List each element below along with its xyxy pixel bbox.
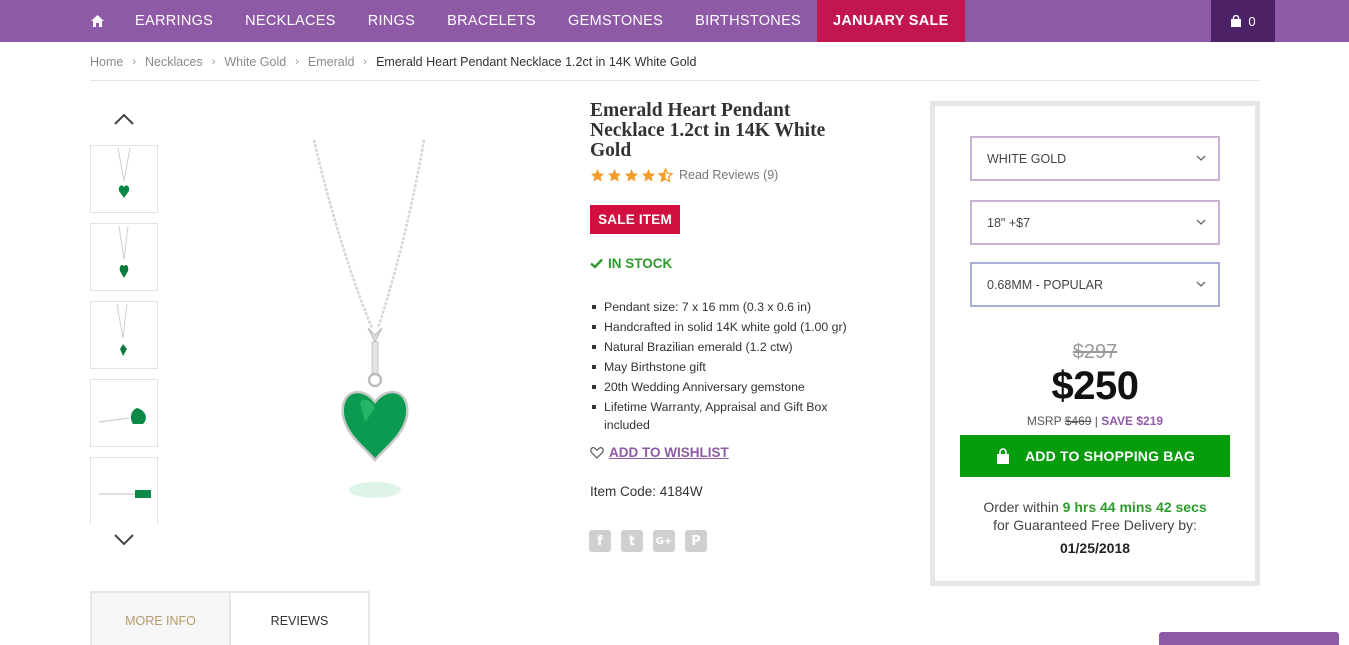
read-reviews-link[interactable]: Read Reviews (9) [679,168,778,182]
add-to-bag-button[interactable]: ADD TO SHOPPING BAG [960,435,1230,477]
stock-label: IN STOCK [608,256,673,271]
sale-badge: SALE ITEM [590,205,680,234]
shopping-bag-icon [1231,15,1242,27]
shopping-bag-icon [996,448,1009,464]
thumbnail-list [90,145,158,524]
metal-select[interactable]: WHITE GOLD [970,136,1220,181]
breadcrumb-separator: › [132,56,137,68]
delivery-info: Order within 9 hrs 44 mins 42 secs for G… [935,498,1255,557]
order-countdown: 9 hrs 44 mins 42 secs [1062,499,1207,515]
nav-item-birthstones[interactable]: BIRTHSTONES [679,0,817,42]
list-item: 20th Wedding Anniversary gemstone [590,378,855,396]
nav-item-rings[interactable]: RINGS [352,0,431,42]
star-icon [624,168,639,181]
list-item: May Birthstone gift [590,358,855,376]
chain-select-value: 0.68MM - POPULAR [987,277,1104,292]
breadcrumb-separator: › [211,56,216,68]
cart-count: 0 [1248,13,1256,29]
nav-item-gemstones[interactable]: GEMSTONES [552,0,679,42]
social-share: f t G+ P [589,530,707,552]
thumbnail-side[interactable] [90,301,158,369]
top-navigation: EARRINGS NECKLACES RINGS BRACELETS GEMST… [0,0,1349,42]
order-within-label: Order within [983,499,1059,515]
star-rating[interactable]: Read Reviews (9) [590,166,778,184]
msrp-line: MSRP $469 | SAVE $219 [935,414,1255,428]
savings: SAVE $219 [1101,414,1164,428]
cart-button[interactable]: 0 [1211,0,1275,42]
breadcrumb-home[interactable]: Home [90,55,123,69]
msrp-value: $469 [1064,414,1092,428]
nav-menu: EARRINGS NECKLACES RINGS BRACELETS GEMST… [75,0,965,42]
nav-item-earrings[interactable]: EARRINGS [119,0,229,42]
product-title: Emerald Heart Pendant Necklace 1.2ct in … [590,100,826,161]
thumbnail-front[interactable] [90,145,158,213]
chevron-down-icon [1196,281,1206,287]
heart-icon [590,446,604,459]
chevron-up-icon[interactable] [112,111,136,127]
msrp-divider: | [1094,414,1098,428]
chevron-down-icon [1196,219,1206,225]
chain-select[interactable]: 0.68MM - POPULAR [970,262,1220,307]
google-plus-icon[interactable]: G+ [653,530,675,552]
chat-widget-tab[interactable] [1159,632,1339,645]
product-main-image [312,139,426,498]
item-code: Item Code: 4184W [590,484,703,499]
add-to-bag-label: ADD TO SHOPPING BAG [1024,448,1195,464]
list-item: Lifetime Warranty, Appraisal and Gift Bo… [590,398,855,434]
feature-list: Pendant size: 7 x 16 mm (0.3 x 0.6 in) H… [590,298,855,436]
home-icon[interactable] [75,0,119,42]
length-select[interactable]: 18" +$7 [970,200,1220,245]
nav-item-necklaces[interactable]: NECKLACES [229,0,352,42]
breadcrumb-separator: › [363,56,368,68]
facebook-icon[interactable]: f [589,530,611,552]
info-tabs: MORE INFO REVIEWS [90,591,370,645]
wishlist-label: ADD TO WISHLIST [609,445,729,460]
divider [90,80,1260,81]
chevron-down-icon [1196,155,1206,161]
tab-reviews[interactable]: REVIEWS [231,593,370,645]
stars [590,167,673,183]
original-price: $297 [1072,341,1118,363]
tab-more-info[interactable]: MORE INFO [92,593,231,645]
star-half-icon [658,167,673,183]
check-icon [590,258,603,269]
breadcrumb-emerald[interactable]: Emerald [308,55,355,69]
pinterest-icon[interactable]: P [685,530,707,552]
sale-price: $250 [1051,364,1139,408]
stock-status: IN STOCK [590,256,672,271]
length-select-value: 18" +$7 [987,215,1031,230]
breadcrumb-separator: › [295,56,299,68]
list-item: Handcrafted in solid 14K white gold (1.0… [590,318,855,336]
nav-item-january-sale[interactable]: JANUARY SALE [817,0,965,42]
msrp-label: MSRP [1026,414,1062,428]
add-to-wishlist-link[interactable]: ADD TO WISHLIST [590,445,729,460]
thumbnail-flat[interactable] [90,379,158,447]
star-icon [590,168,605,181]
delivery-date: 01/25/2018 [1059,540,1131,556]
breadcrumb-current: Emerald Heart Pendant Necklace 1.2ct in … [376,55,697,69]
breadcrumb: Home › Necklaces › White Gold › Emerald … [90,54,696,70]
nav-item-bracelets[interactable]: BRACELETS [431,0,552,42]
list-item: Pendant size: 7 x 16 mm (0.3 x 0.6 in) [590,298,855,316]
delivery-guarantee: for Guaranteed Free Delivery by: [993,517,1197,533]
metal-select-value: WHITE GOLD [987,151,1067,166]
chevron-down-icon[interactable] [112,532,136,548]
breadcrumb-white-gold[interactable]: White Gold [224,55,286,69]
star-icon [641,168,656,181]
thumbnail-profile[interactable] [90,457,158,524]
purchase-box: WHITE GOLD 18" +$7 0.68MM - POPULAR $297… [930,101,1260,586]
list-item: Natural Brazilian emerald (1.2 ctw) [590,338,855,356]
thumbnail-angle[interactable] [90,223,158,291]
star-icon [607,168,622,181]
breadcrumb-necklaces[interactable]: Necklaces [145,55,203,69]
twitter-icon[interactable]: t [621,530,643,552]
